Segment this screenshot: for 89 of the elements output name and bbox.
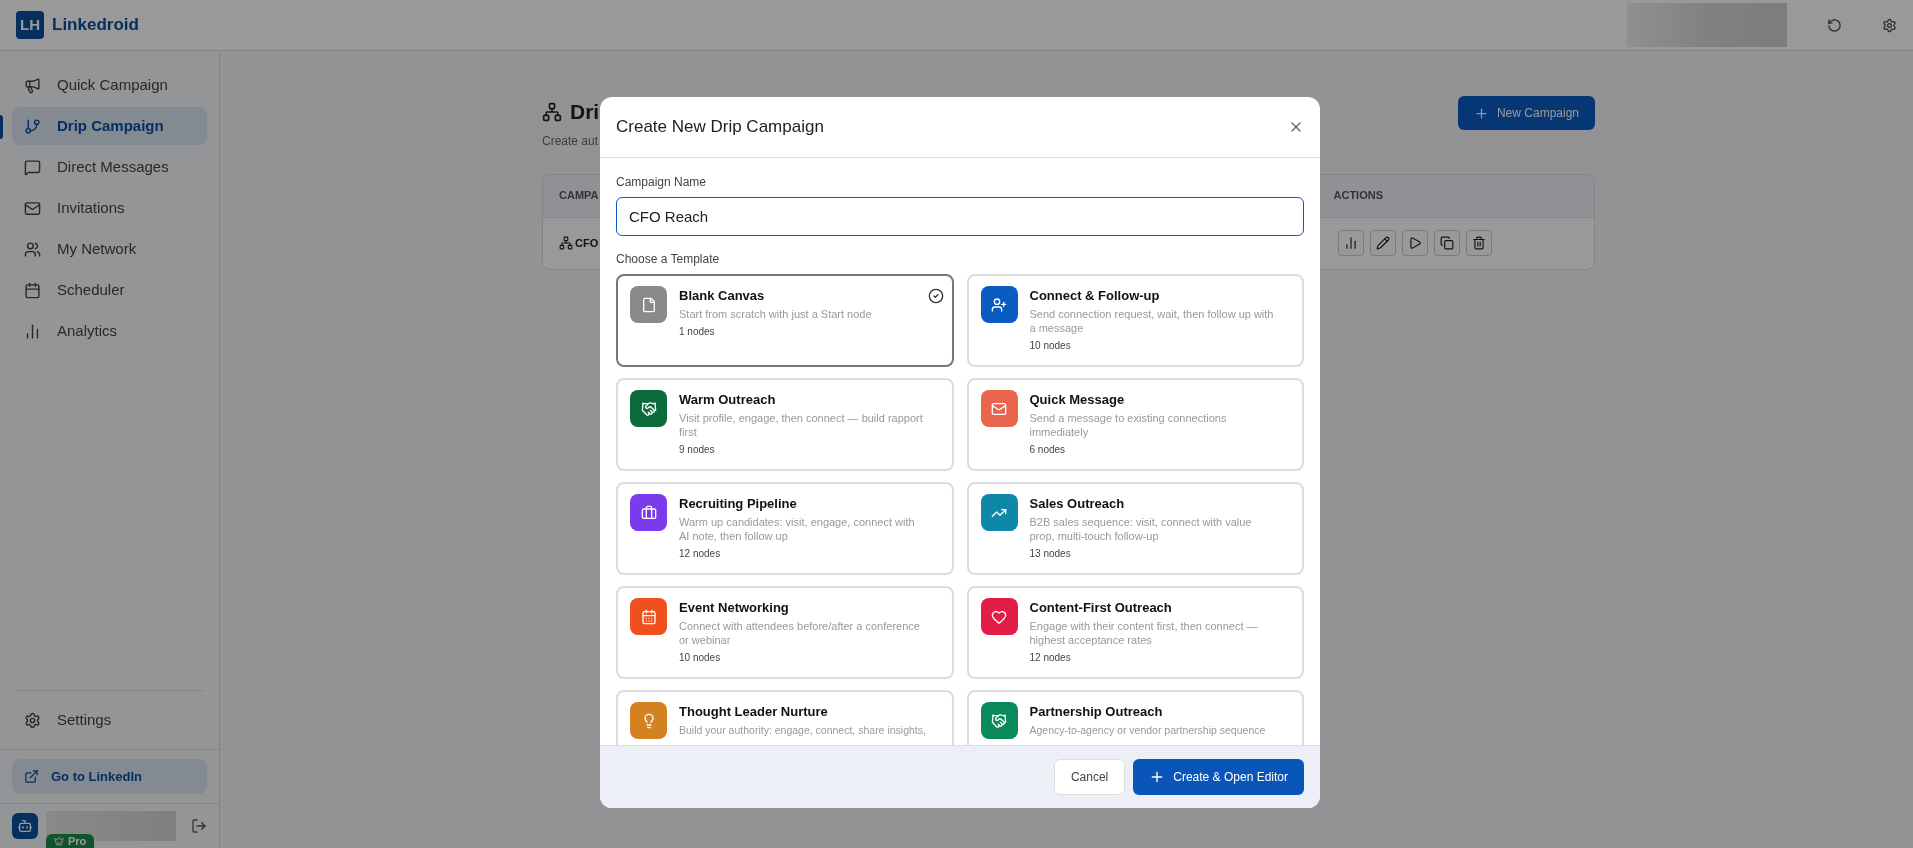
template-description: Warm up candidates: visit, engage, connect with AI note, then follow up	[679, 514, 916, 543]
template-description: Send a message to existing connections immediately	[1029, 410, 1228, 439]
pencil-icon	[1376, 236, 1390, 250]
sidebar-item[interactable]: Analytics	[12, 312, 207, 350]
template-card[interactable]: Blank Canvas Start from scratch with just a Start node 1 nodes	[616, 274, 954, 367]
play-icon	[1408, 236, 1422, 250]
node-count: 9 nodes	[679, 442, 716, 457]
template-card[interactable]: Recruiting Pipeline Warm up candidates: visit, engage, connect with AI note, then follow up 12 nodes	[616, 482, 954, 575]
calendar-icon	[24, 281, 41, 299]
play-button[interactable]	[1402, 230, 1428, 256]
new-campaign-button[interactable]: New Campaign	[1457, 96, 1595, 130]
bar-chart-icon	[24, 322, 41, 340]
stats-button[interactable]	[1338, 230, 1364, 256]
plan-badge: Pro	[46, 834, 95, 848]
column-header: CAMPA	[559, 188, 599, 204]
app-name: Linkedroid	[52, 14, 139, 37]
create-button[interactable]: Create & Open Editor	[1133, 759, 1304, 795]
network-icon	[559, 236, 573, 250]
sidebar-item[interactable]: Scheduler	[12, 271, 207, 309]
template-card[interactable]: Connect & Follow-up Send connection request, wait, then follow up with a message 10 nodes	[966, 274, 1304, 367]
template-description: B2B sales sequence: visit, connect with value prop, multi-touch follow-up	[1029, 514, 1253, 543]
template-card[interactable]: Content-First Outreach Engage with their content first, then connect — highest acceptance rates 12 nodes	[966, 586, 1304, 679]
template-title: Sales Outreach	[1029, 495, 1126, 513]
template-card[interactable]: Warm Outreach Visit profile, engage, then connect — build rapport first 9 nodes	[616, 378, 954, 471]
node-count: 10 nodes	[679, 650, 722, 665]
dialog-title: Create New Drip Campaign	[616, 116, 824, 139]
field-label: Campaign Name	[616, 174, 708, 191]
node-count: 10 nodes	[1029, 338, 1072, 353]
campaign-name: CFO	[575, 235, 599, 251]
megaphone-icon	[24, 76, 41, 94]
node-count: 12 nodes	[679, 546, 722, 561]
sidebar-item[interactable]: Invitations	[12, 189, 207, 227]
template-title: Event Networking	[679, 599, 790, 617]
robot-icon	[17, 818, 33, 834]
template-title: Quick Message	[1029, 391, 1126, 409]
logo-icon: LH	[16, 11, 44, 39]
template-title: Recruiting Pipeline	[679, 495, 798, 513]
template-description: Engage with their content first, then connect — highest acceptance rates	[1029, 618, 1259, 647]
trash-icon	[1472, 236, 1486, 250]
template-title: Warm Outreach	[679, 391, 777, 409]
template-description: Agency-to-agency or vendor partnership sequence	[1029, 722, 1266, 737]
refresh-icon[interactable]	[1827, 17, 1842, 33]
external-link-icon	[24, 769, 39, 784]
logout-icon[interactable]	[191, 818, 207, 834]
node-count: 12 nodes	[1029, 650, 1072, 665]
field-label: Choose a Template	[616, 251, 721, 268]
people-icon	[24, 240, 41, 258]
campaign-name-field[interactable]: CFO Reach	[616, 197, 1304, 236]
network-icon	[542, 101, 562, 122]
template-title: Thought Leader Nurture	[679, 703, 829, 721]
sidebar-item[interactable]: My Network	[12, 230, 207, 268]
template-description: Start from scratch with just a Start node	[679, 306, 873, 321]
node-count: 6 nodes	[1029, 442, 1067, 457]
template-title: Blank Canvas	[679, 287, 766, 305]
template-description: Visit profile, engage, then connect — build rapport first	[679, 410, 924, 439]
template-card[interactable]: Sales Outreach B2B sales sequence: visit, connect with value prop, multi-touch follow-up 13 nodes	[966, 482, 1304, 575]
template-description: Connect with attendees before/after a conference or webinar	[679, 618, 921, 647]
sidebar-item[interactable]: Quick Campaign	[12, 66, 207, 104]
delete-button[interactable]	[1466, 230, 1492, 256]
template-title: Connect & Follow-up	[1029, 287, 1161, 305]
sidebar-item[interactable]: Drip Campaign	[12, 107, 207, 145]
edit-button[interactable]	[1370, 230, 1396, 256]
settings-icon	[24, 711, 41, 729]
template-title: Partnership Outreach	[1029, 703, 1164, 721]
branch-icon	[24, 117, 41, 135]
active-indicator	[0, 115, 3, 139]
template-card[interactable]: Event Networking Connect with attendees before/after a conference or webinar 10 nodes	[616, 586, 954, 679]
crown-icon	[54, 836, 64, 846]
sidebar-item[interactable]: Settings	[12, 701, 207, 739]
template-card[interactable]: Quick Message Send a message to existing connections immediately 6 nodes	[966, 378, 1304, 471]
copy-icon	[1440, 236, 1454, 250]
chat-icon	[24, 158, 41, 176]
sidebar-item[interactable]: Direct Messages	[12, 148, 207, 186]
mail-icon	[24, 199, 41, 217]
template-title: Content-First Outreach	[1029, 599, 1173, 617]
bar-chart-icon	[1344, 236, 1358, 250]
page-title: Dri	[570, 99, 600, 125]
template-description: Build your authority: engage, connect, share insights,	[679, 722, 926, 737]
page-subtitle: Create aut	[542, 132, 600, 150]
settings-icon[interactable]	[1882, 17, 1897, 33]
node-count: 1 nodes	[679, 324, 716, 339]
plus-icon	[1473, 105, 1489, 121]
cancel-button[interactable]: Cancel	[1053, 759, 1126, 795]
node-count: 13 nodes	[1029, 546, 1072, 561]
check-icon	[927, 288, 944, 304]
column-header: ACTIONS	[1333, 188, 1383, 204]
copy-button[interactable]	[1434, 230, 1460, 256]
template-description: Send connection request, wait, then follow up with a message	[1029, 306, 1275, 335]
linkedin-link[interactable]: Go to LinkedIn	[12, 759, 207, 794]
